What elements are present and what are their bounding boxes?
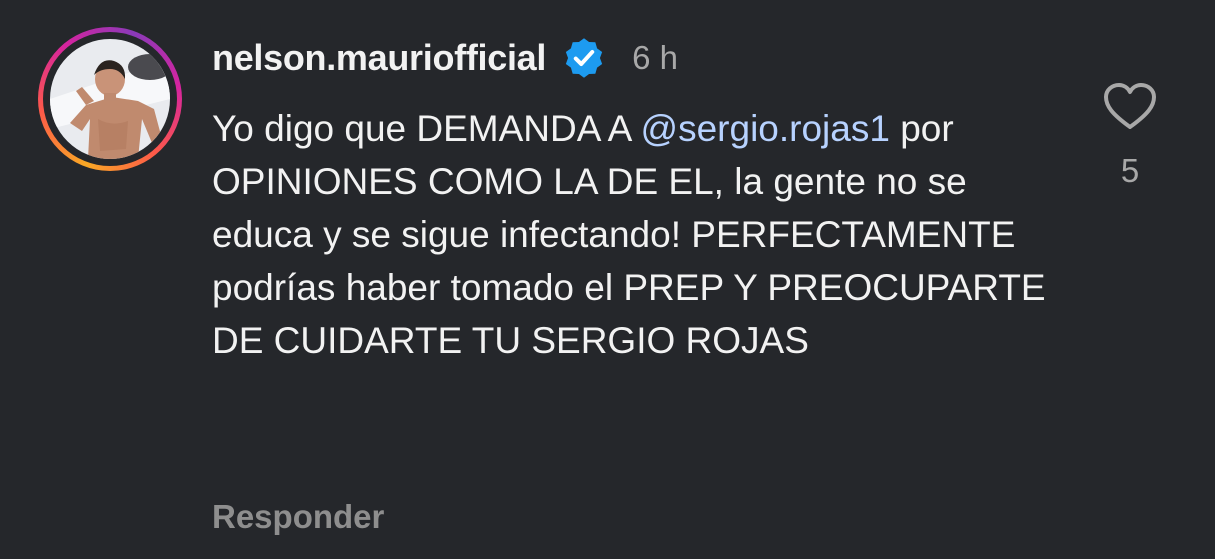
avatar-story-ring[interactable] xyxy=(38,27,182,171)
like-count: 5 xyxy=(1120,152,1140,189)
verified-badge-icon xyxy=(565,38,603,78)
comment-header: nelson.mauriofficial 6 h xyxy=(212,36,678,80)
comment-text-lead: Yo digo que DEMANDA A xyxy=(212,108,641,149)
reply-button[interactable]: Responder xyxy=(212,498,384,536)
username-link[interactable]: nelson.mauriofficial xyxy=(212,37,546,79)
avatar-photo xyxy=(50,39,170,159)
comment-timestamp: 6 h xyxy=(632,39,678,76)
comment-text: Yo digo que DEMANDA A @sergio.rojas1 por… xyxy=(212,102,1052,367)
heart-outline-icon[interactable] xyxy=(1102,82,1158,132)
mention-link[interactable]: @sergio.rojas1 xyxy=(641,108,890,149)
avatar[interactable] xyxy=(50,39,170,159)
